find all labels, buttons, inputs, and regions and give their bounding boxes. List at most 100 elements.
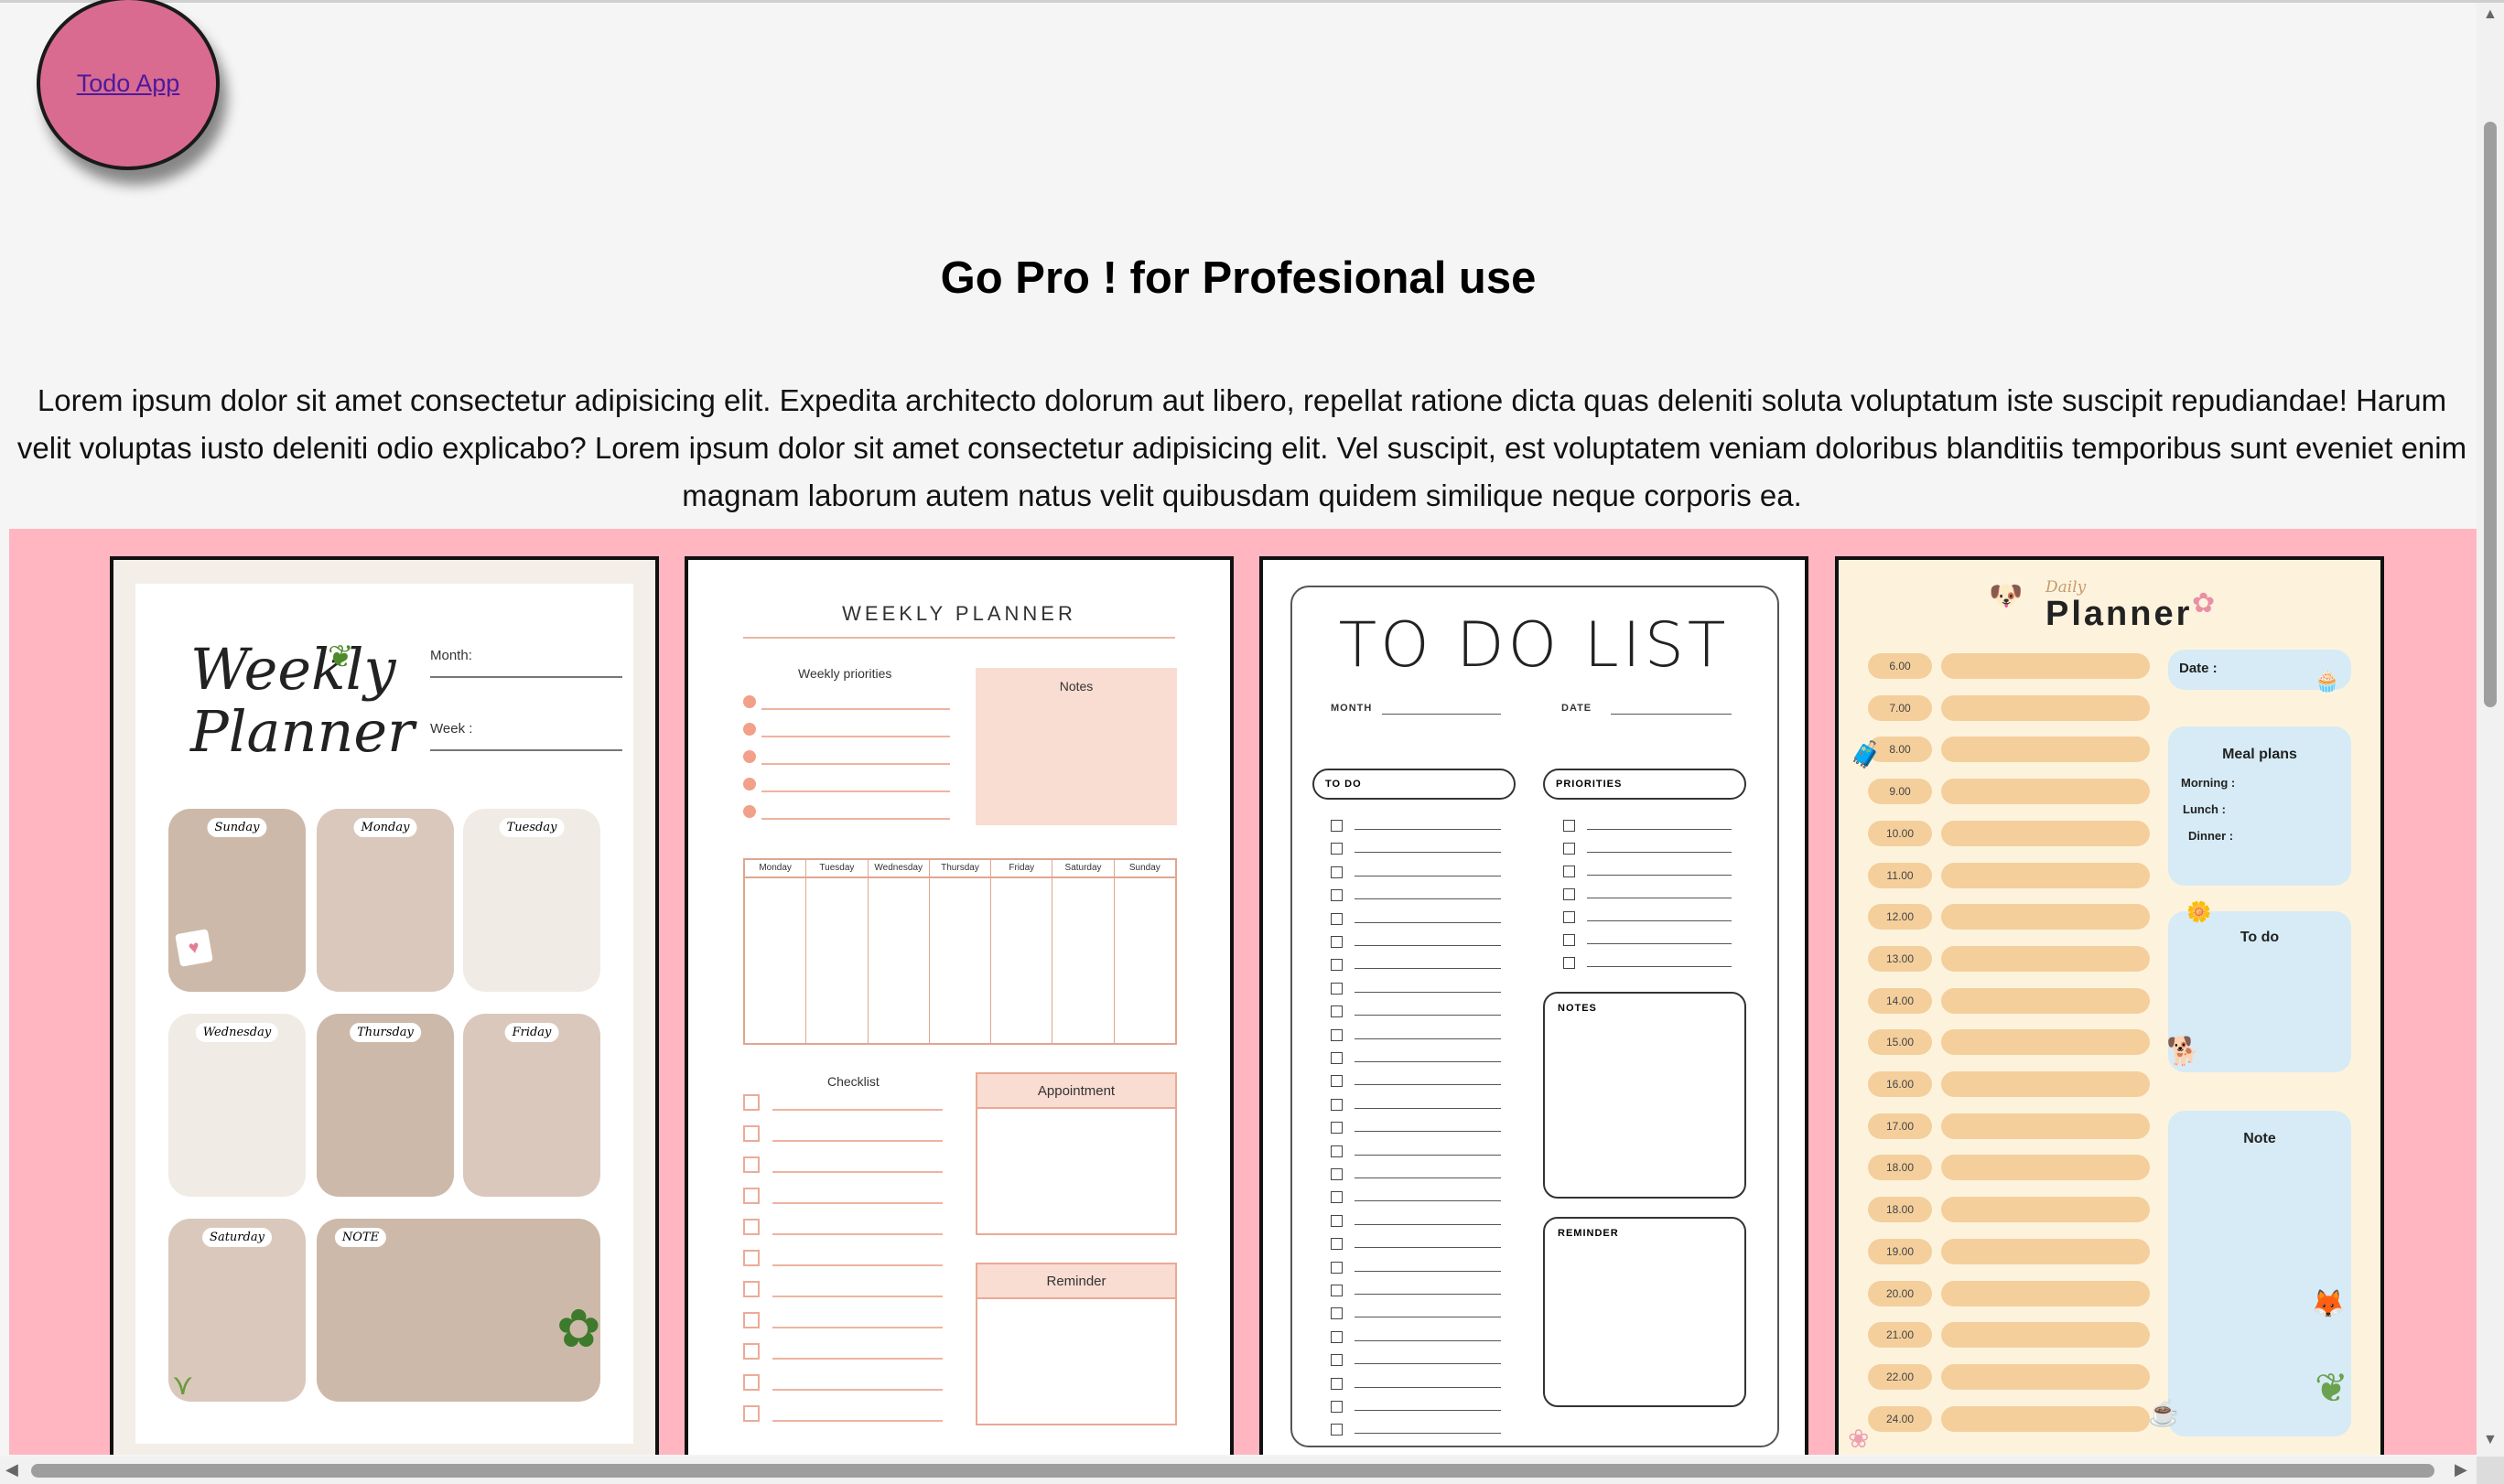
hour-slot [1941,1029,2150,1056]
puppy-icon: 🐕 [2166,1037,2201,1067]
scroll-left-icon[interactable]: ◀ [5,1460,18,1479]
notes-box: NOTES [1543,992,1746,1199]
top-border [0,0,2504,3]
check-line [772,1358,943,1360]
check-line [772,1296,943,1297]
hour-slot [1941,904,2150,930]
check-line [772,1233,943,1235]
checkbox [743,1250,760,1266]
hour-slot [1941,737,2150,763]
todo-header: TO DO [1312,769,1516,800]
todo-checkbox [1331,936,1343,948]
todo-line [1355,1038,1501,1039]
todo-checkbox [1331,866,1343,878]
todo-checkbox [1331,1261,1343,1274]
todo-checkbox [1331,1214,1343,1227]
todo-line [1355,852,1501,854]
todo-title: TO DO LIST [1338,609,1730,682]
hour-label: 6.00 [1868,653,1932,679]
day-box-wednesday: Wednesday [168,1014,306,1197]
checkbox [743,1343,760,1360]
date-line [1611,714,1732,715]
planner-sheet: Weekly Planner ❦ Month: Week : Sunday Mo… [135,584,633,1444]
todo-checkbox [1331,959,1343,972]
todo-line [1355,1363,1501,1365]
hour-slot [1941,820,2150,846]
weekly-planner-card-peach[interactable]: WEEKLY PLANNER Weekly priorities Notes M… [685,556,1234,1455]
priority-checkbox [1563,866,1575,877]
scroll-down-icon[interactable]: ▼ [2483,1432,2498,1448]
scroll-right-icon[interactable]: ▶ [2455,1460,2467,1479]
leaf-icon: ❦ [328,640,354,674]
checklist-label: Checklist [827,1074,880,1089]
hour-label: 16.00 [1868,1071,1932,1097]
todo-app-link[interactable]: Todo App [77,70,180,98]
priorities-label: Weekly priorities [798,666,892,681]
todo-line [1355,829,1501,830]
hour-label: 12.00 [1868,904,1932,930]
day-box-tuesday: Tuesday [463,809,600,992]
scroll-up-icon[interactable]: ▲ [2483,6,2498,23]
bullet-dot [743,778,756,790]
logo-badge: Todo App [37,0,220,170]
heart-note-icon: ♥ [175,929,213,967]
priority-checkbox [1563,934,1575,946]
hour-slot [1941,1197,2150,1223]
check-line [772,1171,943,1173]
todo-line [1355,1270,1501,1272]
hour-slot [1941,1155,2150,1181]
todo-line [1355,1200,1501,1202]
template-gallery: Weekly Planner ❦ Month: Week : Sunday Mo… [9,529,2477,1455]
checkbox [743,1156,760,1173]
scrollbar-corner [2477,1457,2504,1484]
checkbox [743,1188,760,1204]
bullet-dot [743,805,756,818]
vertical-scroll-thumb[interactable] [2484,122,2497,707]
month-line [1382,714,1501,715]
page-title: Go Pro ! for Profesional use [940,253,1537,303]
priority-checkbox [1563,843,1575,855]
checkbox [743,1405,760,1422]
todo-checkbox [1331,1005,1343,1018]
dog-icon: 🐶 [1989,581,2024,611]
checkbox [743,1094,760,1111]
priority-line [761,818,950,820]
todo-line [1355,1107,1501,1109]
priority-checkbox [1563,911,1575,923]
todo-line [1355,945,1501,946]
horizontal-scroll-thumb[interactable] [31,1464,2434,1478]
corgi-icon: 🦊 [2311,1289,2346,1319]
todo-line [1355,1015,1501,1016]
daily-planner-card[interactable]: 🐶 Daily Planner ✿ 6.00 7.00 8.00 9.00 10.00 1… [1835,556,2384,1455]
priority-line [761,736,950,737]
checkbox [743,1312,760,1328]
todo-checkbox [1331,1401,1343,1413]
todo-list-card[interactable]: TO DO LIST MONTH DATE TO DO PRIORITIES N… [1259,556,1808,1455]
reminder-box: REMINDER [1543,1217,1746,1407]
hour-label: 14.00 [1868,987,1932,1014]
notes-box: Notes [976,668,1177,825]
weekly-planner-card-beige[interactable]: Weekly Planner ❦ Month: Week : Sunday Mo… [110,556,659,1455]
horizontal-scrollbar[interactable]: ◀ ▶ [0,1457,2477,1484]
priority-line [761,708,950,710]
todo-checkbox [1331,889,1343,902]
hour-label: 10.00 [1868,820,1932,846]
vertical-scrollbar[interactable]: ▲ ▼ [2477,3,2504,1459]
checkbox [743,1219,760,1235]
priority-line [1587,943,1732,944]
todo-line [1355,968,1501,970]
todo-checkbox [1331,1307,1343,1320]
hour-slot [1941,1405,2150,1432]
todo-line [1355,1386,1501,1388]
planner-title: WEEKLY PLANNER [842,602,1076,625]
todo-line [1355,1294,1501,1295]
reminder-box: Reminder [976,1263,1177,1425]
coffee-cup-icon: ☕ [2148,1399,2180,1427]
plant-icon: ❦ [2315,1366,2348,1411]
todo-line [1355,1061,1501,1062]
month-field: Month: [430,648,622,678]
month-label: MONTH [1331,703,1373,714]
day-box-monday: Monday [317,809,454,992]
todo-checkbox [1331,1168,1343,1180]
todo-checkbox [1331,1028,1343,1041]
